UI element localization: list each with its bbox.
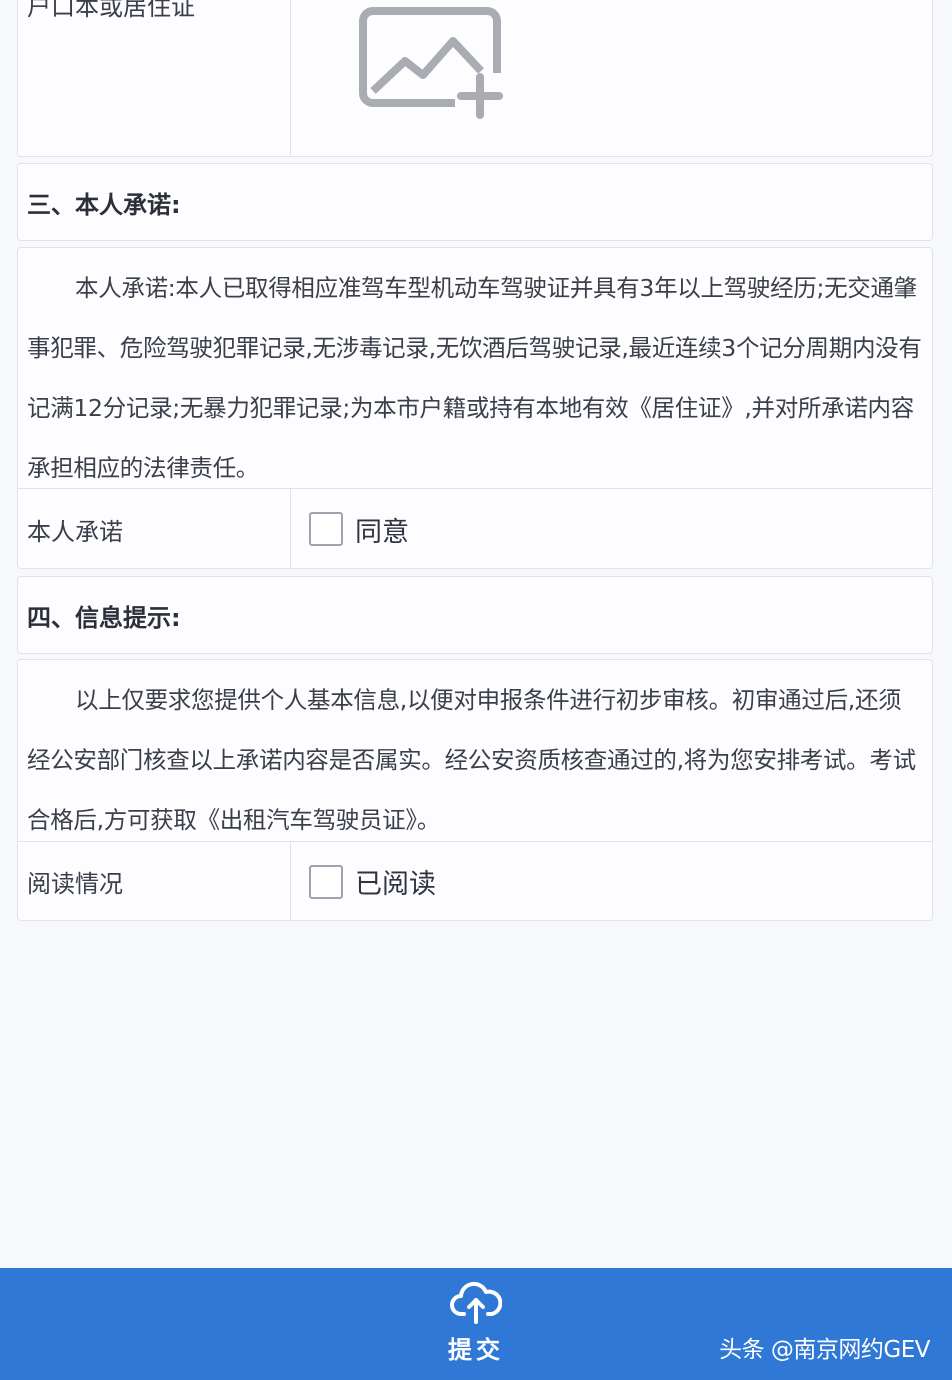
commitment-block: 本人承诺:本人已取得相应准驾车型机动车驾驶证并具有3年以上驾驶经历;无交通肇事犯… [17,247,933,569]
read-row: 阅读情况 已阅读 [18,842,932,921]
info-block: 以上仅要求您提供个人基本信息,以便对申报条件进行初步审核。初审通过后,还须经公安… [17,659,933,921]
section3-header: 三、本人承诺: [17,163,933,241]
read-label[interactable]: 已阅读 [355,862,436,901]
commitment-row: 本人承诺 同意 [18,489,932,569]
submit-label[interactable]: 提交 [448,1330,504,1365]
agree-label[interactable]: 同意 [355,510,409,549]
commitment-text: 本人承诺:本人已取得相应准驾车型机动车驾驶证并具有3年以上驾驶经历;无交通肇事犯… [18,248,932,489]
add-image-icon[interactable] [359,7,505,119]
upload-label: 户口本或居住证 [27,0,195,21]
read-checkbox[interactable] [309,864,343,899]
upload-row-label-cell: 户口本或居住证 [18,0,291,156]
agree-checkbox[interactable] [309,512,343,546]
read-row-label: 阅读情况 [18,842,291,921]
watermark: 头条 @南京网约GEV [719,1337,930,1363]
read-option[interactable]: 已阅读 [291,842,932,921]
footer-bar: 提交 头条 @南京网约GEV [0,1268,952,1380]
agree-option[interactable]: 同意 [291,489,932,569]
info-text: 以上仅要求您提供个人基本信息,以便对申报条件进行初步审核。初审通过后,还须经公安… [18,660,932,842]
section4-header: 四、信息提示: [17,576,933,654]
section3-title: 三、本人承诺: [27,190,181,219]
submit-button[interactable]: 提交 [426,1280,526,1370]
cloud-upload-icon [450,1281,502,1324]
section4-title: 四、信息提示: [27,603,181,632]
upload-row: 户口本或居住证 [17,0,933,157]
commitment-row-label: 本人承诺 [18,489,291,569]
upload-cell [291,0,932,156]
